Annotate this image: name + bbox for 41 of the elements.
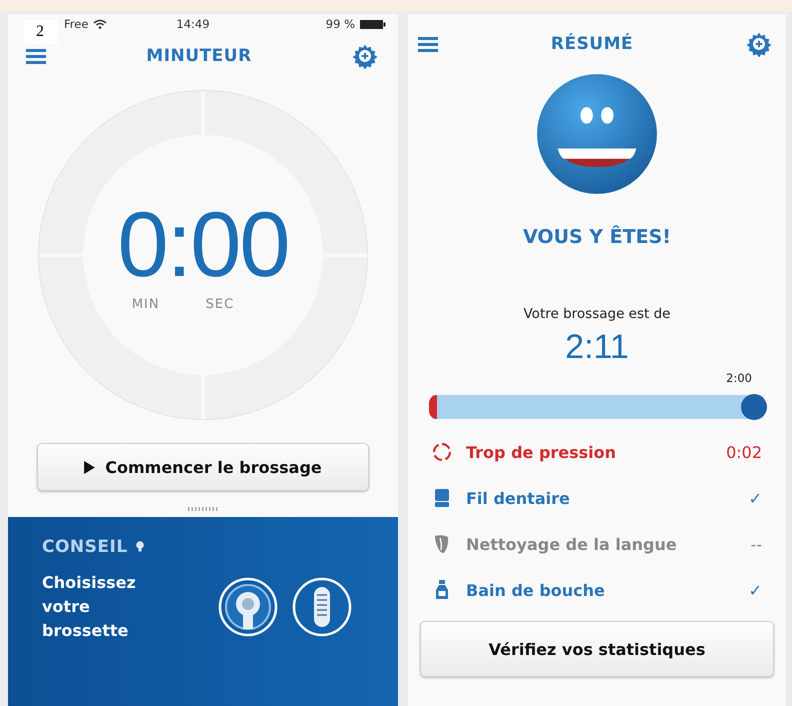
screen-title: MINUTEUR [146, 46, 252, 66]
checklist-value: ✓ [748, 580, 762, 600]
oval-brush-head-icon [292, 577, 352, 637]
dashed-circle-icon [432, 442, 452, 462]
progress-thumb [741, 394, 768, 420]
target-time-marker: 2:00 [726, 371, 752, 385]
wifi-icon [93, 19, 108, 29]
screen-title: RÉSUMÉ [550, 34, 634, 54]
menu-icon[interactable] [418, 36, 438, 52]
tip-heading: CONSEIL [42, 537, 128, 557]
carrier-name: Free [64, 17, 88, 31]
success-heading: VOUS Y ÊTES! [523, 226, 671, 248]
time-unit-label: SEC [206, 296, 234, 312]
timer-display: 0:00 [117, 198, 289, 290]
figure-number: 2 [24, 20, 58, 44]
time-unit-label: MIN [132, 296, 160, 312]
start-brushing-button[interactable]: Commencer le brossage [37, 443, 369, 491]
round-brush-head-icon [218, 577, 278, 637]
checklist-label: Fil dentaire [466, 488, 570, 508]
checklist-label: Nettoyage de la langue [466, 534, 677, 554]
smiley-face-icon [535, 72, 659, 196]
checklist-value: -- [750, 534, 762, 554]
menu-icon[interactable] [26, 48, 46, 64]
duration-label: Votre brossage est de [524, 306, 670, 322]
lightbulb-icon [136, 541, 144, 553]
battery-percent: 99 % [326, 17, 355, 31]
checklist-value: ✓ [748, 488, 762, 508]
settings-icon[interactable] [352, 43, 378, 69]
checklist-label: Bain de bouche [466, 580, 605, 600]
drag-handle[interactable] [188, 507, 218, 511]
checklist-value: 0:02 [726, 442, 762, 462]
pressure-warning-marker [429, 395, 437, 419]
brushing-duration: 2:11 [565, 328, 629, 367]
status-time: 14:49 [176, 17, 210, 31]
battery-icon [360, 18, 386, 30]
tip-text: Choisissez votre brossette [42, 572, 137, 642]
play-icon [84, 460, 96, 474]
settings-icon[interactable] [746, 31, 772, 57]
checklist-label: Trop de pression [466, 442, 616, 462]
floss-box-icon [432, 488, 452, 508]
statistics-button[interactable]: Vérifiez vos statistiques [420, 621, 774, 677]
